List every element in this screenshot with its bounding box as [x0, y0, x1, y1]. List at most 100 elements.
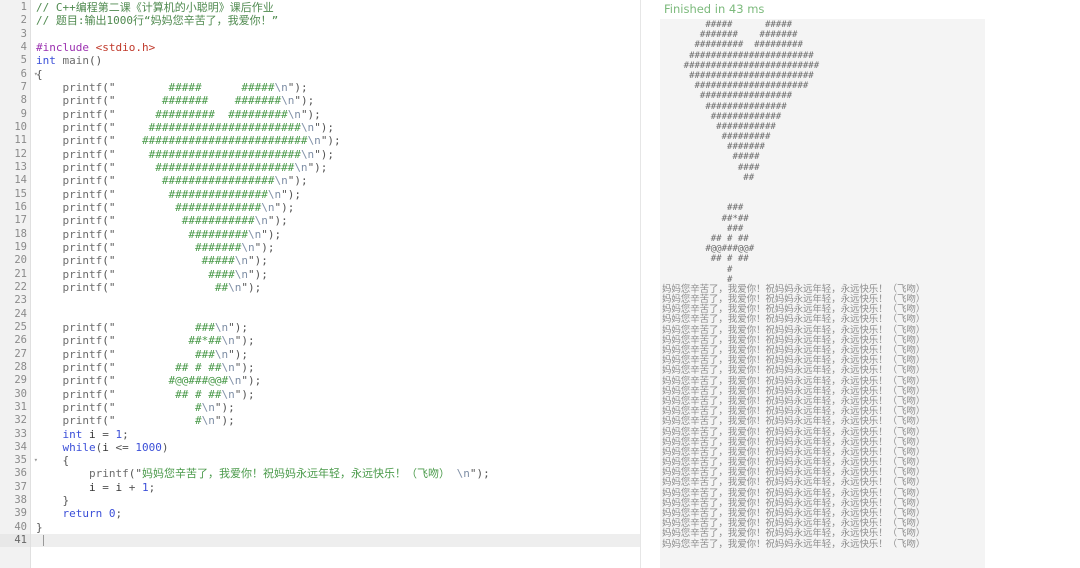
- code-token-punct: ");: [247, 254, 268, 268]
- code-line[interactable]: [31, 294, 640, 307]
- line-number[interactable]: 36: [0, 467, 30, 480]
- line-number[interactable]: 23: [0, 294, 30, 307]
- line-number[interactable]: 2: [0, 14, 30, 27]
- line-number[interactable]: 33: [0, 428, 30, 441]
- line-number[interactable]: 10: [0, 121, 30, 134]
- line-number[interactable]: 9: [0, 108, 30, 121]
- code-line[interactable]: printf("妈妈您辛苦了，我爱你！祝妈妈永远年轻，永远快乐！（飞吻） \n"…: [31, 467, 640, 480]
- line-number[interactable]: 17: [0, 214, 30, 227]
- code-line[interactable]: printf(" #####################\n");: [31, 161, 640, 174]
- line-number[interactable]: 13: [0, 161, 30, 174]
- code-token-punct: (": [102, 160, 116, 174]
- line-number[interactable]: 11: [0, 134, 30, 147]
- line-number-gutter[interactable]: 1234567891011121314151617181920212223242…: [0, 0, 38, 568]
- code-line[interactable]: printf(" #\n");: [31, 414, 640, 427]
- code-token-num: 1: [141, 480, 149, 494]
- line-number[interactable]: 26: [0, 334, 30, 347]
- line-number[interactable]: 28: [0, 361, 30, 374]
- line-number[interactable]: 7: [0, 81, 30, 94]
- code-token-str: #######: [115, 240, 242, 254]
- code-line[interactable]: int main(): [31, 54, 640, 67]
- code-editor[interactable]: 1234567891011121314151617181920212223242…: [0, 0, 640, 568]
- line-number[interactable]: 39: [0, 507, 30, 520]
- output-panel[interactable]: Finished in 43 ms ##### ##### ####### ##…: [660, 0, 985, 568]
- code-line[interactable]: printf(" ## # ##\n");: [31, 361, 640, 374]
- line-number[interactable]: 18: [0, 228, 30, 241]
- code-line[interactable]: // C++编程第二课《计算机的小聪明》课后作业: [31, 1, 640, 14]
- line-number[interactable]: 24: [0, 308, 30, 321]
- code-line[interactable]: printf(" #@@###@@#\n");: [31, 374, 640, 387]
- code-line[interactable]: printf(" #######################\n");: [31, 121, 640, 134]
- line-number[interactable]: 5: [0, 54, 30, 67]
- code-token-fn: printf: [62, 174, 103, 188]
- line-number[interactable]: 16: [0, 201, 30, 214]
- code-line[interactable]: int i = 1;: [31, 428, 640, 441]
- line-number[interactable]: 27: [0, 348, 30, 361]
- code-line[interactable]: printf(" ###############\n");: [31, 188, 640, 201]
- code-line[interactable]: [31, 28, 640, 41]
- code-line[interactable]: {: [31, 454, 640, 467]
- code-line[interactable]: i = i + 1;: [31, 481, 640, 494]
- console-output[interactable]: ##### ##### ####### ####### ######### ##…: [660, 19, 985, 568]
- line-number[interactable]: 29: [0, 374, 30, 387]
- code-line[interactable]: printf(" ######### #########\n");: [31, 108, 640, 121]
- line-number[interactable]: 14: [0, 174, 30, 187]
- code-line[interactable]: }: [31, 521, 640, 534]
- code-line[interactable]: printf(" #####\n");: [31, 254, 640, 267]
- code-token-str: #########: [115, 227, 248, 241]
- line-number[interactable]: 37: [0, 481, 30, 494]
- code-token-punct: ");: [300, 107, 321, 121]
- code-line[interactable]: printf(" #############\n");: [31, 201, 640, 214]
- code-line[interactable]: printf(" #################\n");: [31, 174, 640, 187]
- code-line[interactable]: printf(" ###########\n");: [31, 214, 640, 227]
- code-token-punct: (": [102, 334, 116, 348]
- line-number[interactable]: 32: [0, 414, 30, 427]
- line-number[interactable]: 41: [0, 534, 30, 548]
- line-number[interactable]: 34: [0, 441, 30, 454]
- line-number[interactable]: 30: [0, 388, 30, 401]
- line-number[interactable]: 12: [0, 148, 30, 161]
- line-number[interactable]: 40: [0, 521, 30, 534]
- code-line[interactable]: printf(" ##*##\n");: [31, 334, 640, 347]
- line-number[interactable]: 25: [0, 321, 30, 334]
- code-line[interactable]: printf(" ##\n");: [31, 281, 640, 294]
- code-token-punct: (": [102, 200, 116, 214]
- line-number[interactable]: 19: [0, 241, 30, 254]
- code-line[interactable]: printf(" ##### #####\n");: [31, 81, 640, 94]
- line-number[interactable]: 22: [0, 281, 30, 294]
- code-line[interactable]: // 题目:输出1000行“妈妈您辛苦了，我爱你！”: [31, 14, 640, 27]
- code-line[interactable]: printf(" #\n");: [31, 401, 640, 414]
- line-number[interactable]: 21: [0, 268, 30, 281]
- code-line[interactable]: printf(" #########\n");: [31, 228, 640, 241]
- line-number[interactable]: 3: [0, 28, 30, 41]
- code-line[interactable]: printf(" #######################\n");: [31, 148, 640, 161]
- code-line[interactable]: printf(" ###\n");: [31, 348, 640, 361]
- line-number[interactable]: 4: [0, 41, 30, 54]
- code-line[interactable]: #include <stdio.h>: [31, 41, 640, 54]
- code-line[interactable]: {: [31, 68, 640, 81]
- code-line[interactable]: printf(" #########################\n");: [31, 134, 640, 147]
- line-number[interactable]: 15: [0, 188, 30, 201]
- code-line[interactable]: [31, 534, 640, 548]
- line-number[interactable]: 6: [0, 68, 38, 82]
- line-number[interactable]: 8: [0, 94, 30, 107]
- code-line[interactable]: return 0;: [31, 507, 640, 520]
- code-line[interactable]: printf(" ####\n");: [31, 268, 640, 281]
- code-line[interactable]: [31, 308, 640, 321]
- code-line[interactable]: printf(" ####### #######\n");: [31, 94, 640, 107]
- code-text-area[interactable]: // C++编程第二课《计算机的小聪明》课后作业// 题目:输出1000行“妈妈…: [31, 0, 640, 568]
- code-line[interactable]: printf(" ###\n");: [31, 321, 640, 334]
- line-number[interactable]: 20: [0, 254, 30, 267]
- code-line[interactable]: printf(" ## # ##\n");: [31, 388, 640, 401]
- code-line[interactable]: printf(" #######\n");: [31, 241, 640, 254]
- line-number[interactable]: 35: [0, 454, 38, 468]
- line-number[interactable]: 31: [0, 401, 30, 414]
- code-line[interactable]: while(i <= 1000): [31, 441, 640, 454]
- line-number[interactable]: 38: [0, 494, 30, 507]
- code-line[interactable]: }: [31, 494, 640, 507]
- line-number[interactable]: 1: [0, 1, 30, 14]
- code-token-fn: printf: [62, 254, 103, 268]
